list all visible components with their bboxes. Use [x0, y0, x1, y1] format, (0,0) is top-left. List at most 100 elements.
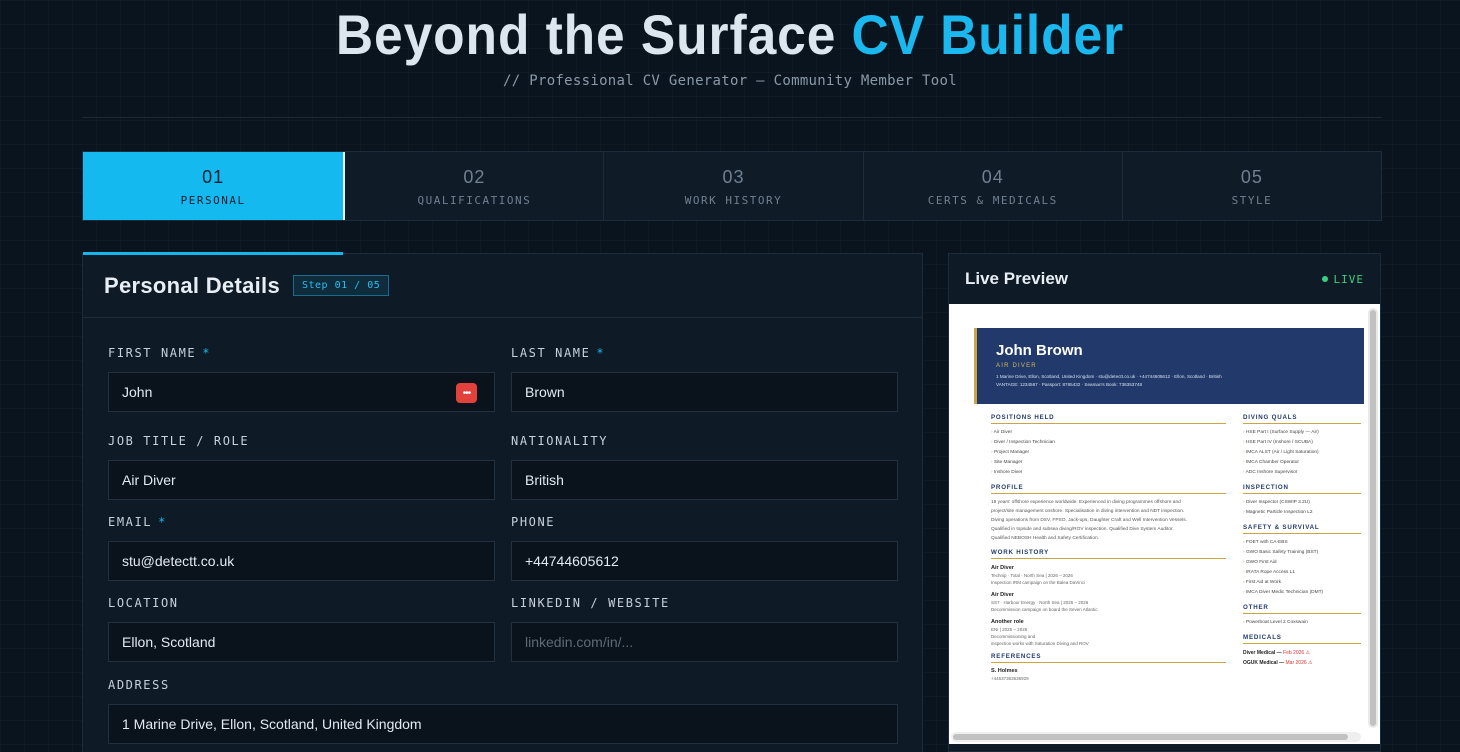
field-label: FIRST NAME * [108, 346, 495, 362]
required-mark: * [202, 346, 212, 360]
cv-list-item: HSE Part I (Surface Supply — Air) [1243, 428, 1361, 438]
field-label: LOCATION [108, 596, 179, 610]
field-label: EMAIL * [108, 515, 495, 531]
cv-list-item: FOET with CA-EBS [1243, 538, 1361, 548]
tab-personal[interactable]: 01 PERSONAL [83, 152, 346, 220]
tab-work-history[interactable]: 03 WORK HISTORY [604, 152, 864, 220]
live-preview-panel: Live Preview LIVE John Brown AIR DIVER 1… [948, 253, 1381, 752]
cv-list-item: HSE Part IV (Inshore / SCUBA) [1243, 438, 1361, 448]
medical-name: OGUK Medical [1243, 660, 1278, 666]
page-subtitle: // Professional CV Generator — Community… [503, 73, 957, 89]
linkedin-input[interactable]: linkedin.com/in/... [511, 622, 898, 662]
cv-section-heading: SAFETY & SURVIVAL [1243, 524, 1361, 534]
field-label: LAST NAME * [511, 346, 898, 362]
cv-job-meta: Technip · Total · North Sea | 2026 – 202… [991, 573, 1073, 578]
step-number: 01 [202, 166, 225, 187]
cv-list-item: Diver Inspector (CSWIP 3.2U) [1243, 498, 1361, 508]
cv-list-item: ADC Inshore Supervisor [1243, 468, 1361, 478]
live-dot-icon [1321, 276, 1328, 282]
cv-list-item: Project Manager [991, 448, 1226, 458]
step-badge: Step 01 / 05 [293, 275, 390, 296]
cv-list-item: IMCA Chamber Operator [1243, 458, 1361, 468]
cv-job-title: Another role [991, 619, 1024, 625]
cv-section-heading: REFERENCES [991, 653, 1226, 663]
cv-job-meta: Decommissioning and [991, 634, 1036, 639]
required-mark: * [596, 346, 606, 360]
cv-section-heading: POSITIONS HELD [991, 414, 1226, 424]
cv-contact: 1 Marine Drive, Ellon, Scotland, United … [996, 373, 1364, 389]
cv-job-title: Air Diver [991, 565, 1014, 571]
last-name-input[interactable]: Brown [511, 372, 898, 412]
nationality-input[interactable]: British [511, 460, 898, 500]
step-tabs: 01 PERSONAL 02 QUALIFICATIONS 03 WORK HI… [82, 151, 1382, 221]
field-label: NATIONALITY [511, 434, 609, 448]
vertical-scrollbar[interactable] [1368, 308, 1378, 728]
title-accent: CV Builder [851, 3, 1125, 66]
address-input[interactable]: 1 Marine Drive, Ellon, Scotland, United … [108, 704, 898, 744]
required-mark: * [158, 515, 167, 529]
cv-profile-line: Qualified in topside and subsea diving/R… [991, 527, 1174, 532]
panel-header: Personal Details Step 01 / 05 [83, 254, 922, 318]
cv-section-heading: DIVING QUALS [1243, 414, 1361, 424]
job-title-field: JOB TITLE / ROLE Air Diver [108, 434, 495, 500]
step-number: 03 [722, 166, 745, 187]
cv-list-item: GWO First Aid [1243, 558, 1361, 568]
tab-certs-medicals[interactable]: 04 CERTS & MEDICALS [864, 152, 1123, 220]
password-manager-icon[interactable]: ••• [456, 383, 477, 403]
cv-list-item: IMCA Diver Medic Technician (DMT) [1243, 588, 1361, 598]
cv-job-title: Air Diver [991, 592, 1014, 598]
cv-ref-name: S. Holmes [991, 668, 1018, 674]
phone-field: PHONE +44744605612 [511, 515, 898, 581]
cv-section-heading: OTHER [1243, 604, 1361, 614]
location-field: LOCATION Ellon, Scotland [108, 596, 495, 662]
preview-header: Live Preview LIVE [949, 254, 1380, 304]
cv-section-heading: MEDICALS [1243, 634, 1361, 644]
cv-job-meta: Decommission campaign on board the Seven… [991, 607, 1098, 612]
first-name-input[interactable]: John ••• [108, 372, 495, 412]
cv-body: POSITIONS HELD Air Diver Diver / Inspect… [974, 404, 1364, 682]
phone-input[interactable]: +44744605612 [511, 541, 898, 581]
horizontal-scrollbar[interactable] [951, 732, 1361, 742]
step-label: CERTS & MEDICALS [927, 193, 1058, 207]
panel-title: Personal Details [104, 272, 280, 298]
email-input[interactable]: stu@detectt.co.uk [108, 541, 495, 581]
cv-profile-line: Qualified NEBOSH Health and Safety Certi… [991, 536, 1099, 541]
scrollbar-thumb[interactable] [1370, 310, 1376, 726]
linkedin-field: LINKEDIN / WEBSITE linkedin.com/in/... [511, 596, 898, 662]
field-label: PHONE [511, 515, 556, 529]
cv-main-column: POSITIONS HELD Air Diver Diver / Inspect… [991, 414, 1226, 682]
tab-style[interactable]: 05 STYLE [1123, 152, 1381, 220]
step-number: 02 [463, 166, 486, 187]
first-name-field: FIRST NAME * John ••• [108, 346, 495, 412]
cv-job-meta: SS7 · Harbour Energy · North Sea | 2025 … [991, 600, 1089, 605]
step-progress-bar [83, 252, 343, 255]
title-main: Beyond the Surface [335, 3, 852, 66]
cv-list-item: Powerboat Level 2 Coxswain [1243, 618, 1361, 628]
cv-name: John Brown [996, 342, 1083, 359]
tab-qualifications[interactable]: 02 QUALIFICATIONS [345, 152, 605, 220]
cv-contact-line: VANTAGE: 1234567 · Passport: 8765432 · S… [996, 382, 1143, 387]
scrollbar-thumb[interactable] [953, 734, 1348, 740]
live-indicator: LIVE [1321, 272, 1365, 286]
cv-list-item: First Aid at Work [1243, 578, 1361, 588]
job-title-input[interactable]: Air Diver [108, 460, 495, 500]
live-label: LIVE [1333, 272, 1364, 286]
medical-expiry: Feb 2026 ⚠ [1283, 650, 1311, 656]
cv-role: AIR DIVER [996, 363, 1037, 369]
cv-job-meta: inspection works with Saturation Diving … [991, 641, 1089, 646]
field-label: LINKEDIN / WEBSITE [511, 596, 670, 610]
cv-section-heading: PROFILE [991, 484, 1226, 494]
cv-preview-frame[interactable]: John Brown AIR DIVER 1 Marine Drive, Ell… [949, 304, 1380, 744]
medical-expiry: Mar 2026 ⚠ [1285, 660, 1313, 666]
medical-sep: — [1275, 650, 1284, 656]
step-number: 05 [1240, 166, 1263, 187]
step-label: QUALIFICATIONS [417, 193, 532, 207]
personal-details-panel: Personal Details Step 01 / 05 FIRST NAME… [82, 252, 923, 752]
location-input[interactable]: Ellon, Scotland [108, 622, 495, 662]
step-label: STYLE [1231, 193, 1273, 207]
cv-medical-item: Diver Medical — Feb 2026 ⚠ [1243, 648, 1361, 658]
label-text: FIRST NAME [108, 346, 197, 360]
cv-contact-line: 1 Marine Drive, Ellon, Scotland, United … [996, 374, 1222, 379]
field-label: JOB TITLE / ROLE [108, 434, 250, 448]
input-value: John [122, 384, 153, 400]
